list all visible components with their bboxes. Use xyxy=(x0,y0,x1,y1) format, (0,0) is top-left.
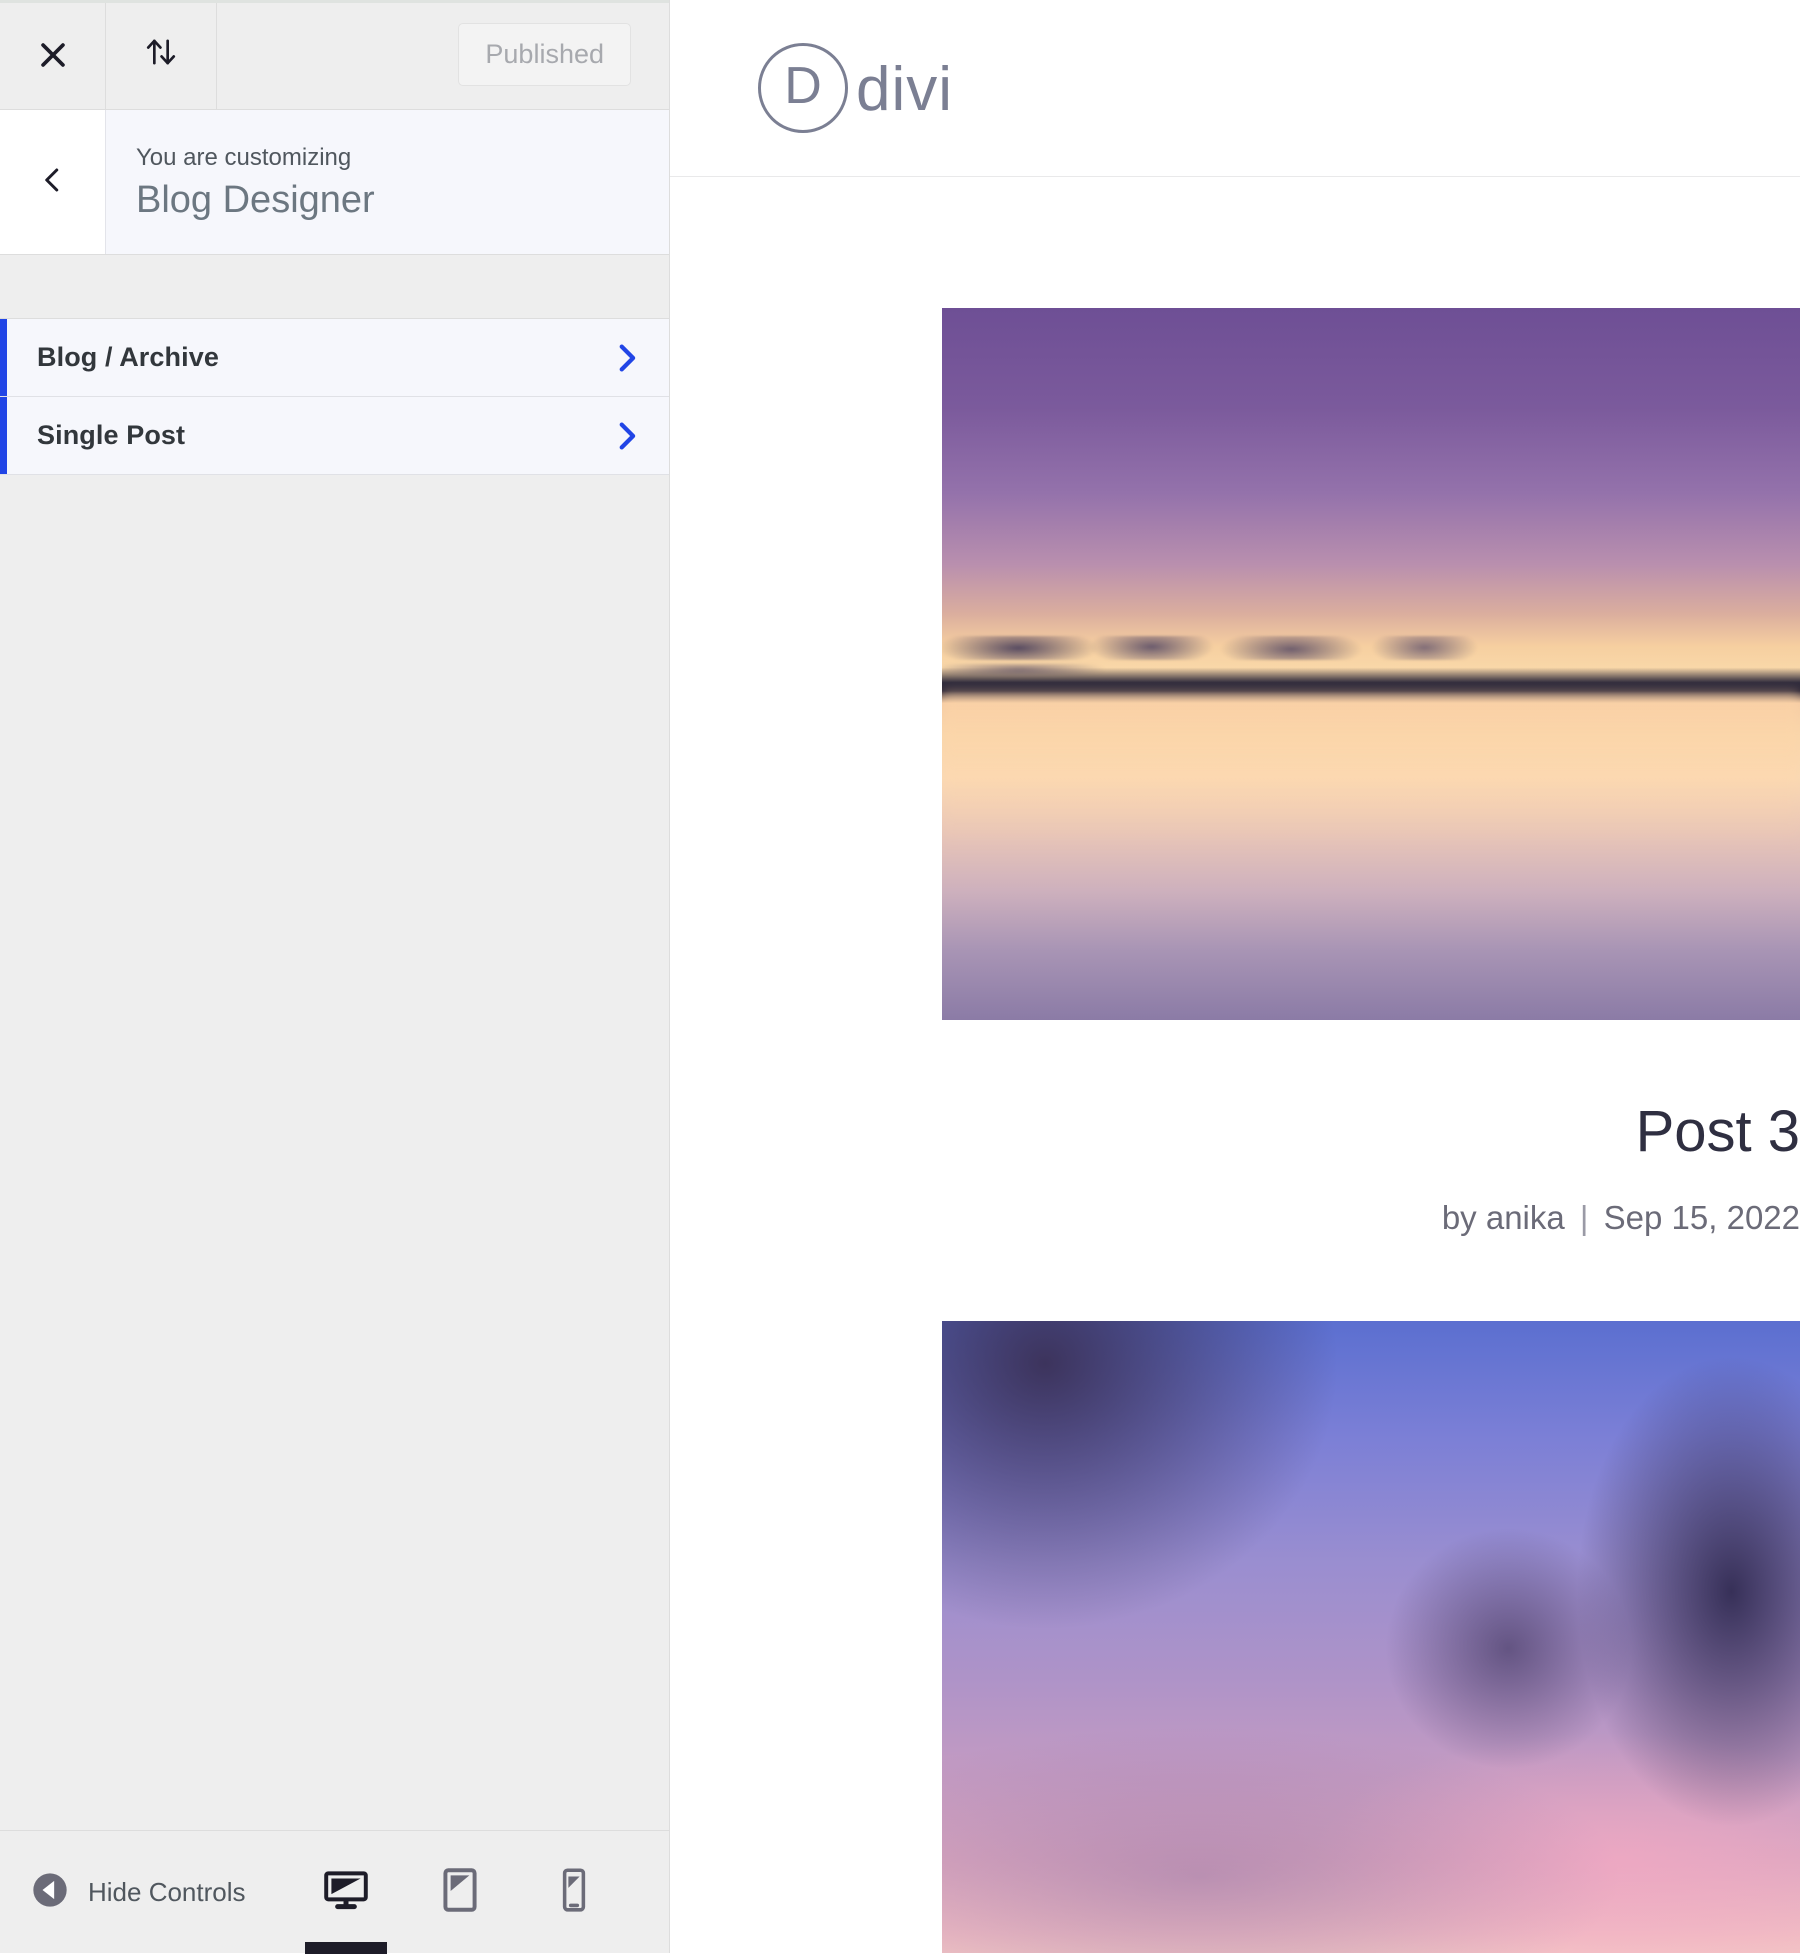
sidebar-item-blog-archive[interactable]: Blog / Archive xyxy=(0,319,669,397)
chevron-left-icon xyxy=(38,165,68,200)
post-title[interactable]: Post 3 xyxy=(670,1100,1800,1164)
device-preview-tablet[interactable] xyxy=(431,1857,489,1927)
hide-controls-label: Hide Controls xyxy=(88,1876,246,1907)
chevron-right-icon xyxy=(609,419,643,453)
post-featured-image[interactable] xyxy=(942,1321,1800,1953)
sidebar-empty-area xyxy=(0,475,669,1830)
customizer-app: Published You are customizing Blog Desig… xyxy=(0,0,1800,1954)
sidebar-item-label: Single Post xyxy=(37,420,186,450)
device-preview-toggle-button[interactable] xyxy=(106,0,217,109)
sidebar-item-single-post[interactable]: Single Post xyxy=(0,397,669,475)
device-preview-desktop[interactable] xyxy=(305,1857,387,1954)
post-meta: by anika | Sep 15, 2022 xyxy=(670,1198,1800,1238)
close-x-icon xyxy=(36,38,70,72)
post-card: Post 3 by anika | Sep 15, 2022 xyxy=(670,308,1800,1321)
post-author-prefix: by xyxy=(1441,1198,1477,1236)
chevron-right-icon xyxy=(609,341,643,375)
divi-logo-mark: D xyxy=(758,43,848,133)
back-button[interactable] xyxy=(0,110,106,254)
post-text-block: Post 3 by anika | Sep 15, 2022 xyxy=(670,1020,1800,1321)
customizer-title-text: You are customizing Blog Designer xyxy=(106,110,669,254)
customizer-body: Blog / Archive Single Post xyxy=(0,287,669,1830)
post-author[interactable]: anika xyxy=(1486,1199,1565,1236)
sunset-over-calm-water-image xyxy=(942,308,1800,1020)
action-bar-spacer xyxy=(217,0,458,109)
collapse-left-circle-icon xyxy=(30,1870,70,1915)
customizer-title-bar: You are customizing Blog Designer xyxy=(0,110,669,255)
customizer-action-bar: Published xyxy=(0,0,669,110)
panel-spacer xyxy=(0,287,669,319)
device-preview-switcher xyxy=(305,1857,651,1954)
site-preview-pane: D divi Post 3 by anika | Sep 15, 2022 xyxy=(670,0,1800,1953)
divi-logo-letter: D xyxy=(784,57,822,115)
page-title: Blog Designer xyxy=(136,178,375,221)
site-header: D divi xyxy=(670,0,1800,177)
arrows-up-down-icon xyxy=(141,32,181,77)
divi-logo-word: divi xyxy=(856,55,954,124)
water-reflection-glow xyxy=(942,692,1800,850)
tablet-icon xyxy=(438,1865,482,1920)
sidebar-item-label: Blog / Archive xyxy=(37,342,219,372)
post-card xyxy=(670,1321,1800,1953)
customizing-eyebrow: You are customizing xyxy=(136,143,352,171)
customizer-sidebar: Published You are customizing Blog Desig… xyxy=(0,0,670,1954)
close-customizer-button[interactable] xyxy=(0,0,106,109)
post-featured-image[interactable] xyxy=(942,308,1800,1020)
hide-controls-button[interactable]: Hide Controls xyxy=(30,1870,246,1915)
customizer-footer: Hide Controls xyxy=(0,1830,669,1954)
mobile-icon xyxy=(558,1865,590,1920)
cloud-band xyxy=(942,635,1577,660)
desktop-icon xyxy=(321,1865,371,1920)
device-preview-mobile[interactable] xyxy=(545,1857,603,1927)
published-button[interactable]: Published xyxy=(458,23,631,86)
divi-logo-icon[interactable]: D divi xyxy=(758,43,953,133)
publish-area: Published xyxy=(458,0,669,109)
meta-separator: | xyxy=(1579,1198,1589,1236)
customizer-menu: Blog / Archive Single Post xyxy=(0,319,669,475)
blog-feed: Post 3 by anika | Sep 15, 2022 xyxy=(670,308,1800,1953)
pink-purple-cloudy-sky-image xyxy=(942,1321,1800,1953)
cloud-band-lower xyxy=(942,664,1329,676)
post-date: Sep 15, 2022 xyxy=(1603,1198,1800,1236)
